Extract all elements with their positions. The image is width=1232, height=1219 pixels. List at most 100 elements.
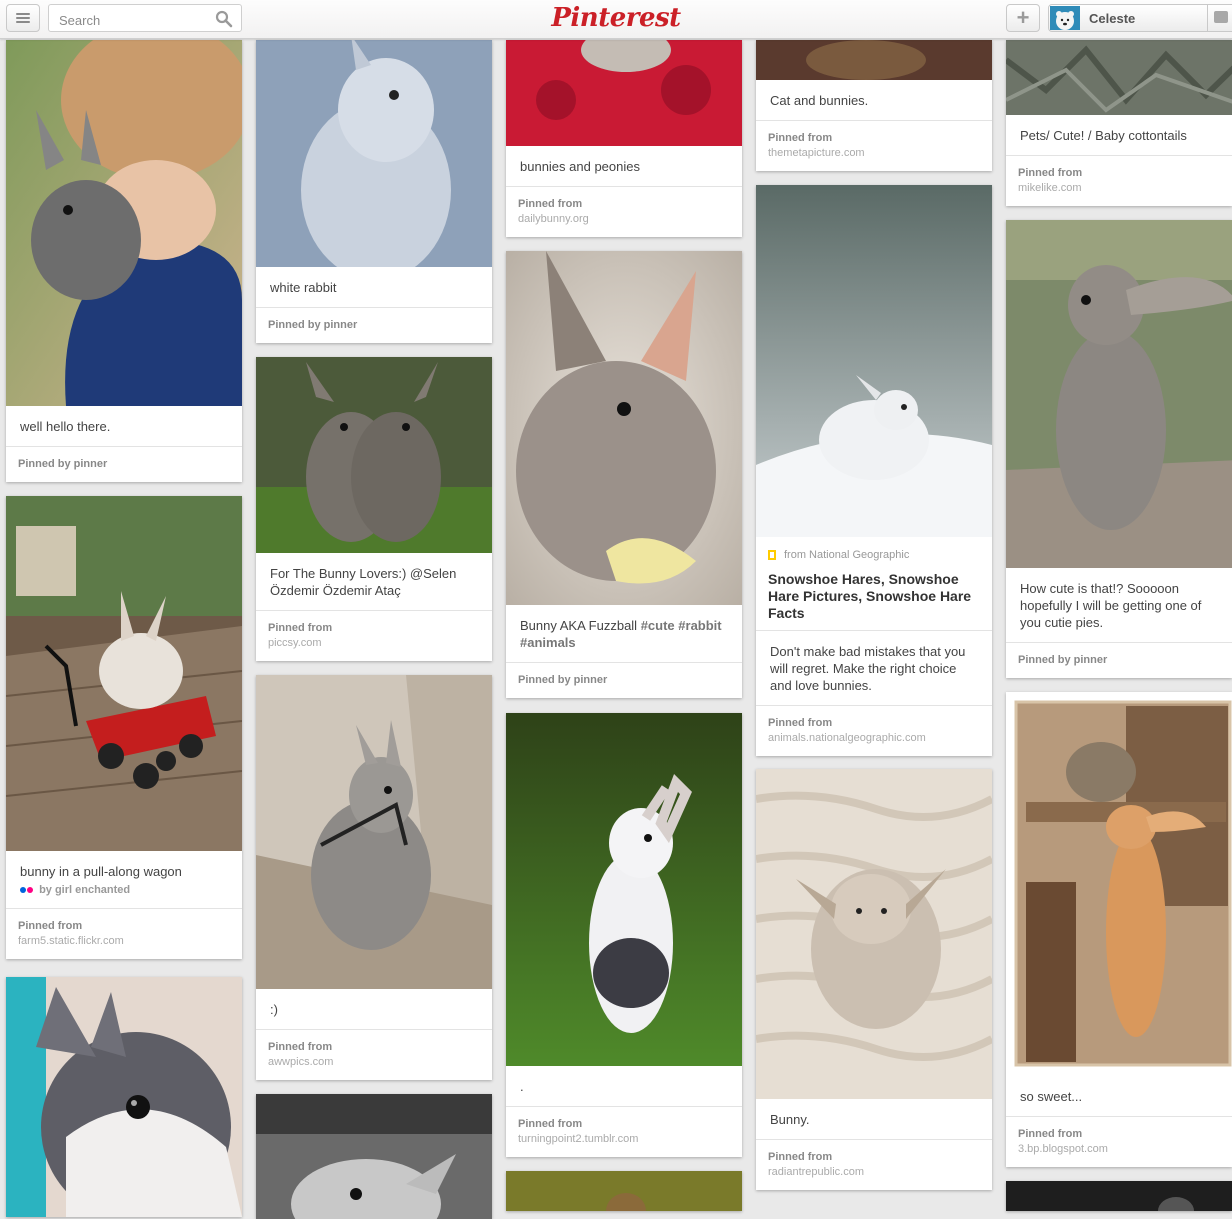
pin-card[interactable] xyxy=(6,977,242,1217)
pin-card[interactable]: Bunny AKA Fuzzball #cute #rabbit #animal… xyxy=(506,251,742,698)
pin-card[interactable]: well hello there. Pinned by pinner xyxy=(6,40,242,482)
pinned-from-label: Pinned from xyxy=(18,920,83,932)
pin-card[interactable]: Bunny. Pinned from radiantrepublic.com xyxy=(756,769,992,1190)
pinned-from-label: Pinned from xyxy=(1018,1128,1083,1140)
pin-attribution[interactable]: Pinned from farm5.static.flickr.com xyxy=(6,909,242,959)
pin-card[interactable]: white rabbit Pinned by pinner xyxy=(256,40,492,343)
pin-attribution[interactable]: Pinned from turningpoint2.tumblr.com xyxy=(506,1107,742,1157)
pin-image[interactable] xyxy=(6,40,242,406)
user-name: Celeste xyxy=(1089,11,1136,26)
search-input[interactable] xyxy=(57,10,211,30)
pin-image[interactable] xyxy=(1006,40,1232,115)
pinned-from-source: 3.bp.blogspot.com xyxy=(1018,1143,1108,1155)
pinned-from-source: dailybunny.org xyxy=(518,213,589,225)
pin-description: Bunny AKA Fuzzball #cute #rabbit #animal… xyxy=(506,605,742,662)
pin-image[interactable] xyxy=(506,40,742,146)
pin-description: Bunny. xyxy=(770,1112,810,1127)
pinned-from-label: Pinned from xyxy=(768,132,833,144)
pin-image[interactable] xyxy=(756,185,992,537)
pin-description: Cat and bunnies. xyxy=(770,93,869,108)
pin-card[interactable] xyxy=(506,1171,742,1211)
pin-image[interactable] xyxy=(6,977,242,1217)
pinned-from-label: Pinned from xyxy=(268,1041,333,1053)
pin-description: bunnies and peonies xyxy=(520,159,640,174)
pinned-from-source: piccsy.com xyxy=(268,637,322,649)
hashtag-rabbit[interactable]: #rabbit xyxy=(678,618,721,633)
pin-image[interactable] xyxy=(256,1094,492,1219)
pin-image[interactable] xyxy=(756,40,992,80)
pinterest-logo[interactable]: Pinterest xyxy=(540,1,692,35)
pin-image[interactable] xyxy=(756,769,992,1099)
pinned-from-source: animals.nationalgeographic.com xyxy=(768,732,926,744)
pin-attribution[interactable]: Pinned from themetapicture.com xyxy=(756,121,992,171)
pin-card[interactable]: Pets/ Cute! / Baby cottontails Pinned fr… xyxy=(1006,40,1232,206)
pin-image[interactable] xyxy=(506,713,742,1066)
pin-attribution[interactable]: Pinned from 3.bp.blogspot.com xyxy=(1006,1117,1232,1167)
rich-pin-source-text: from National Geographic xyxy=(784,549,910,561)
search-box xyxy=(48,4,242,32)
pinned-from-label: Pinned from xyxy=(768,1151,833,1163)
pin-attribution[interactable]: Pinned by pinner xyxy=(256,308,492,343)
pin-card[interactable]: How cute is that!? Sooooon hopefully I w… xyxy=(1006,220,1232,678)
pin-image[interactable] xyxy=(506,251,742,605)
pin-image[interactable] xyxy=(1006,220,1232,568)
pinned-by-label: Pinned by pinner xyxy=(1018,654,1108,666)
pin-image[interactable] xyxy=(256,40,492,267)
pin-attribution[interactable]: Pinned from radiantrepublic.com xyxy=(756,1140,992,1190)
pin-card[interactable]: bunnies and peonies Pinned from dailybun… xyxy=(506,40,742,237)
pin-attribution[interactable]: Pinned by pinner xyxy=(506,663,742,698)
pin-description: white rabbit xyxy=(270,280,337,295)
pin-card[interactable]: from National Geographic Snowshoe Hares,… xyxy=(756,185,992,756)
pin-attribution[interactable]: Pinned from piccsy.com xyxy=(256,611,492,661)
pinned-from-source: awwpics.com xyxy=(268,1056,334,1068)
pinned-from-label: Pinned from xyxy=(768,717,833,729)
pin-card[interactable]: :) Pinned from awwpics.com xyxy=(256,675,492,1080)
pin-card[interactable]: so sweet... Pinned from 3.bp.blogspot.co… xyxy=(1006,692,1232,1167)
add-pin-button[interactable]: + xyxy=(1006,4,1040,32)
pin-description: well hello there. xyxy=(20,419,111,434)
pin-card[interactable]: For The Bunny Lovers:) @Selen Özdemir Öz… xyxy=(256,357,492,661)
rich-pin-title[interactable]: Snowshoe Hares, Snowshoe Hare Pictures, … xyxy=(756,565,992,630)
pin-attribution[interactable]: Pinned from awwpics.com xyxy=(256,1030,492,1080)
search-icon[interactable] xyxy=(215,10,233,28)
pinned-from-source: farm5.static.flickr.com xyxy=(18,935,124,947)
pin-image[interactable] xyxy=(1006,692,1232,1076)
pin-card[interactable]: bunny in a pull-along wagon by girl ench… xyxy=(6,496,242,959)
pinned-from-source: radiantrepublic.com xyxy=(768,1166,864,1178)
pin-via[interactable]: by girl enchanted xyxy=(6,884,242,908)
polar-bear-avatar-icon xyxy=(1050,6,1080,30)
pinned-from-source: mikelike.com xyxy=(1018,182,1082,194)
pinned-from-label: Pinned from xyxy=(518,198,583,210)
user-profile-button[interactable]: Celeste xyxy=(1048,4,1208,32)
pin-attribution[interactable]: Pinned from dailybunny.org xyxy=(506,187,742,237)
pinned-from-label: Pinned from xyxy=(518,1118,583,1130)
pin-description: How cute is that!? Sooooon hopefully I w… xyxy=(1020,581,1202,630)
pin-image[interactable] xyxy=(256,675,492,989)
pin-description: Don't make bad mistakes that you will re… xyxy=(770,644,966,693)
hashtag-cute[interactable]: #cute xyxy=(641,618,675,633)
hashtag-animals[interactable]: #animals xyxy=(520,635,576,650)
notifications-button[interactable] xyxy=(1208,4,1232,32)
user-avatar xyxy=(1050,6,1080,30)
pin-card[interactable]: . Pinned from turningpoint2.tumblr.com xyxy=(506,713,742,1157)
description-text: Bunny AKA Fuzzball xyxy=(520,618,641,633)
pin-description: For The Bunny Lovers:) @Selen Özdemir Öz… xyxy=(270,566,457,598)
pin-image[interactable] xyxy=(256,357,492,553)
via-user: by girl enchanted xyxy=(39,884,131,896)
pin-description: :) xyxy=(270,1002,278,1017)
pin-image[interactable] xyxy=(6,496,242,851)
pin-attribution[interactable]: Pinned by pinner xyxy=(1006,643,1232,678)
pin-image[interactable] xyxy=(506,1171,742,1211)
pinned-from-source: turningpoint2.tumblr.com xyxy=(518,1133,639,1145)
pin-description: so sweet... xyxy=(1020,1089,1083,1104)
pinned-from-source: themetapicture.com xyxy=(768,147,865,159)
pin-description: Pets/ Cute! / Baby cottontails xyxy=(1020,128,1187,143)
pin-card[interactable]: Cat and bunnies. Pinned from themetapict… xyxy=(756,40,992,171)
rich-pin-source[interactable]: from National Geographic xyxy=(756,537,992,565)
pin-attribution[interactable]: Pinned from mikelike.com xyxy=(1006,156,1232,206)
menu-button[interactable] xyxy=(6,4,40,32)
pin-attribution[interactable]: Pinned from animals.nationalgeographic.c… xyxy=(756,706,992,756)
pin-attribution[interactable]: Pinned by pinner xyxy=(6,447,242,482)
flickr-icon xyxy=(20,886,36,894)
pin-card[interactable] xyxy=(256,1094,492,1219)
